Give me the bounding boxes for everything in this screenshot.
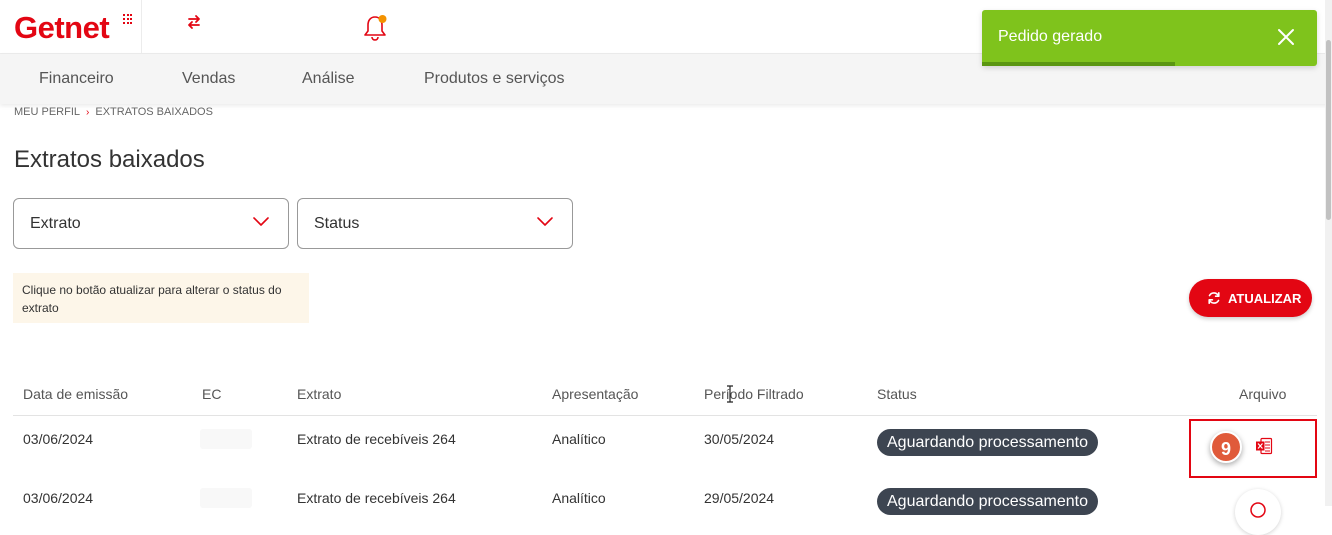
- close-icon[interactable]: [1275, 26, 1297, 48]
- text-cursor-icon: [727, 385, 733, 403]
- column-header-apresentacao[interactable]: Apresentação: [552, 386, 638, 402]
- extrato-select-label: Extrato: [30, 215, 81, 232]
- column-header-ec[interactable]: EC: [202, 386, 221, 402]
- row-apresentacao: Analítico: [552, 431, 606, 447]
- refresh-button[interactable]: ATUALIZAR: [1189, 279, 1312, 317]
- breadcrumb-separator: ›: [86, 107, 90, 118]
- column-header-data-emissao[interactable]: Data de emissão: [23, 386, 128, 402]
- row-apresentacao: Analítico: [552, 490, 606, 506]
- toast-progress-bar: [982, 62, 1175, 66]
- chevron-down-icon: [253, 217, 269, 226]
- column-header-arquivo: Arquivo: [1239, 386, 1287, 402]
- status-badge: Aguardando processamento: [877, 429, 1099, 456]
- toast-message: Pedido gerado: [998, 28, 1103, 45]
- nav-item-financeiro[interactable]: Financeiro: [39, 70, 114, 88]
- refresh-icon: [1208, 292, 1220, 304]
- swap-arrows-icon[interactable]: [186, 14, 202, 30]
- getnet-logo[interactable]: Getnet: [14, 10, 110, 46]
- breadcrumb-item-meu-perfil[interactable]: MEU PERFIL: [14, 106, 80, 118]
- column-header-status[interactable]: Status: [877, 386, 917, 402]
- table-header-divider: [13, 415, 1317, 416]
- scrollbar-thumb[interactable]: [1326, 40, 1331, 220]
- bell-icon[interactable]: [362, 13, 388, 43]
- logo-dots-icon: [123, 14, 133, 24]
- status-select-label: Status: [314, 215, 360, 232]
- row-date: 03/06/2024: [23, 431, 94, 447]
- page-title: Extratos baixados: [14, 146, 205, 173]
- row-periodo: 29/05/2024: [704, 490, 775, 506]
- step-number-badge: 9: [1210, 431, 1242, 463]
- row-periodo: 30/05/2024: [704, 431, 775, 447]
- refresh-icon: [1250, 502, 1266, 518]
- nav-item-produtos-servicos[interactable]: Produtos e serviços: [424, 70, 565, 88]
- status-select[interactable]: Status: [297, 198, 573, 249]
- column-header-extrato[interactable]: Extrato: [297, 386, 341, 402]
- excel-file-icon[interactable]: [1255, 437, 1273, 455]
- extrato-select[interactable]: Extrato: [13, 198, 289, 249]
- column-header-periodo-filtrado[interactable]: Período Filtrado: [704, 386, 804, 402]
- annotation-highlight-box: [1189, 419, 1317, 478]
- info-message: Clique no botão atualizar para alterar o…: [13, 273, 309, 323]
- breadcrumb: MEU PERFIL › EXTRATOS BAIXADOS: [14, 106, 213, 118]
- file-refresh-button[interactable]: [1235, 489, 1281, 535]
- topbar-divider: [141, 0, 142, 54]
- row-ec-redacted: [200, 429, 252, 449]
- breadcrumb-item-extratos-baixados: EXTRATOS BAIXADOS: [95, 106, 213, 118]
- row-ec-redacted: [200, 488, 252, 508]
- status-badge: Aguardando processamento: [877, 488, 1099, 515]
- row-extrato: Extrato de recebíveis 264: [297, 431, 456, 447]
- merchant-selector[interactable]: [204, 4, 360, 50]
- refresh-button-label: ATUALIZAR: [1228, 291, 1302, 306]
- nav-item-vendas[interactable]: Vendas: [182, 70, 235, 88]
- success-toast: Pedido gerado: [982, 10, 1317, 66]
- nav-item-analise[interactable]: Análise: [302, 70, 354, 88]
- chevron-down-icon: [537, 217, 553, 226]
- row-date: 03/06/2024: [23, 490, 94, 506]
- row-extrato: Extrato de recebíveis 264: [297, 490, 456, 506]
